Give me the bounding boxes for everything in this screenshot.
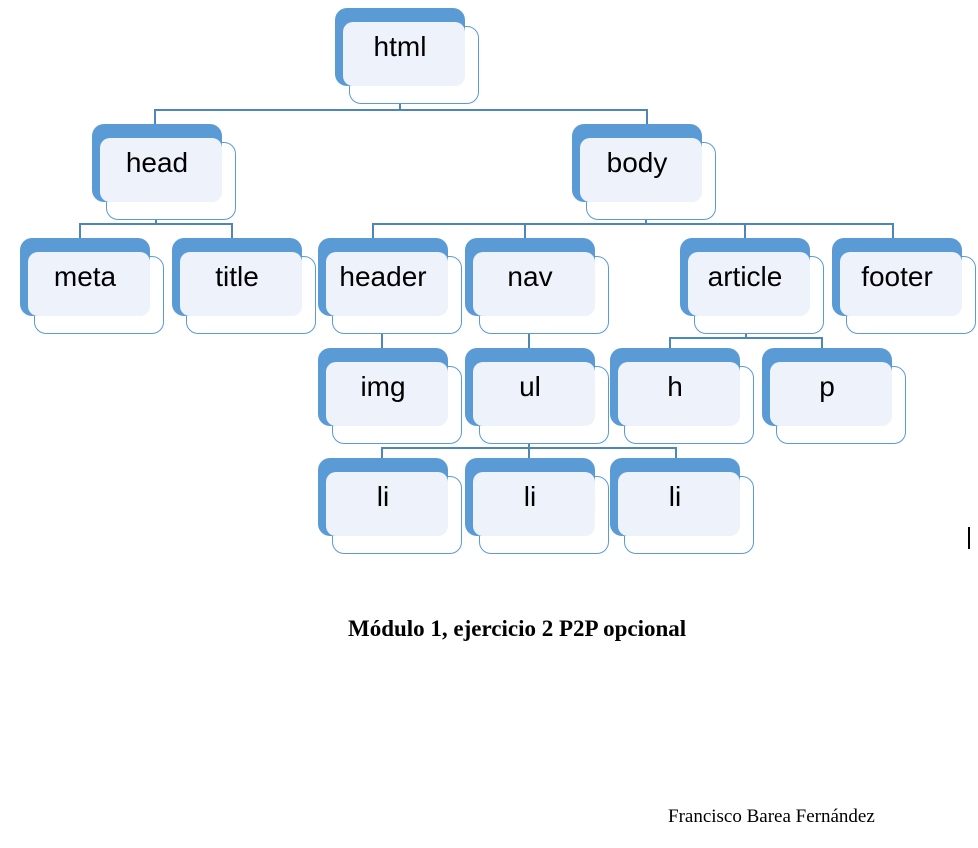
node-label: nav: [507, 261, 553, 292]
text-caret: [968, 527, 970, 549]
node-label: p: [819, 371, 835, 402]
tree-node-head[interactable]: head: [92, 124, 236, 220]
diagram-caption: Módulo 1, ejercicio 2 P2P opcional: [348, 616, 687, 641]
node-label: footer: [861, 261, 933, 292]
tree-node-ul[interactable]: ul: [465, 348, 609, 444]
node-label: article: [707, 261, 783, 292]
node-label: li: [668, 481, 682, 512]
node-label: head: [125, 147, 189, 178]
tree-node-html[interactable]: html: [335, 8, 479, 104]
node-label: li: [523, 481, 537, 512]
tree-node-li2[interactable]: li: [465, 458, 609, 554]
tree-node-nav[interactable]: nav: [465, 238, 609, 334]
node-label: h: [667, 371, 683, 402]
tree-node-meta[interactable]: meta: [20, 238, 164, 334]
node-label: html: [373, 31, 427, 62]
author-signature: Francisco Barea Fernández: [668, 806, 875, 827]
node-label: body: [606, 147, 668, 178]
tree-node-li3[interactable]: li: [610, 458, 754, 554]
tree-node-h[interactable]: h: [610, 348, 754, 444]
tree-node-img[interactable]: img: [318, 348, 462, 444]
tree-node-li1[interactable]: li: [318, 458, 462, 554]
tree-node-header[interactable]: header: [318, 238, 462, 334]
node-label: ul: [519, 371, 541, 402]
tree-node-title[interactable]: title: [172, 238, 316, 334]
node-label: header: [339, 261, 427, 292]
node-label: meta: [53, 261, 117, 292]
node-label: li: [376, 481, 390, 512]
tree-node-body[interactable]: body: [572, 124, 716, 220]
tree-node-footer[interactable]: footer: [832, 238, 976, 334]
node-label: img: [360, 371, 406, 402]
tree-node-article[interactable]: article: [680, 238, 824, 334]
tree-node-p[interactable]: p: [762, 348, 906, 444]
org-chart-diagram: html head body meta title header nav article foo…: [0, 0, 978, 848]
node-label: title: [215, 261, 259, 292]
